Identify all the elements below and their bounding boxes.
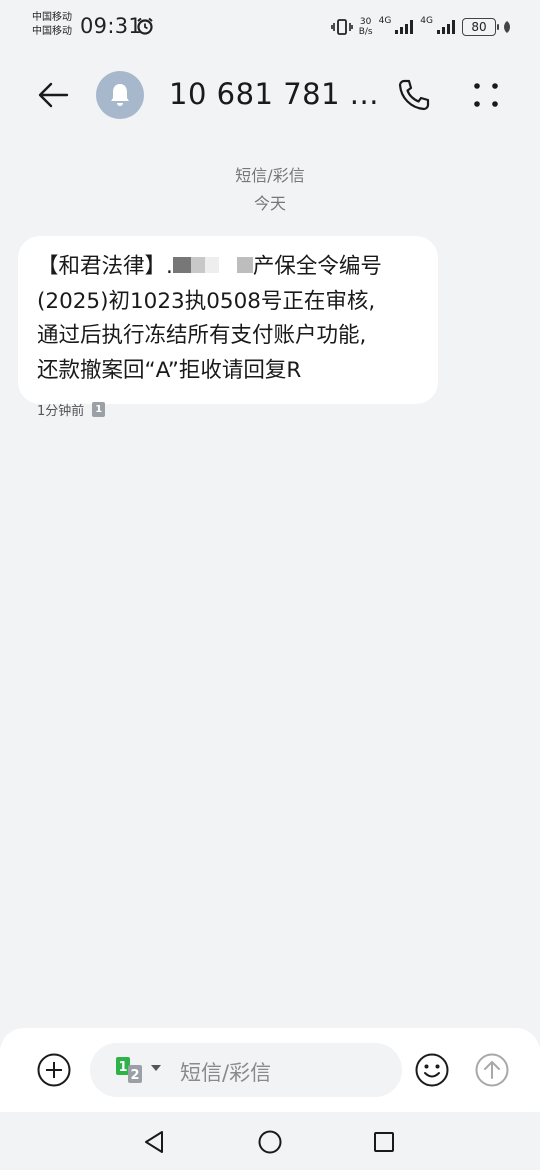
sim-selector[interactable]: 1 2 bbox=[114, 1055, 168, 1085]
carrier-2: 中国移动 bbox=[32, 26, 72, 37]
status-right: 30 B/s 4G 4G 80 bbox=[330, 14, 512, 40]
carrier-1: 中国移动 bbox=[32, 12, 72, 23]
signal-icon bbox=[395, 20, 414, 34]
contact-avatar[interactable] bbox=[96, 71, 144, 119]
sim-badge: 1 bbox=[92, 402, 106, 417]
conversation-header: 10 681 781 ... bbox=[0, 64, 540, 126]
channel-label: 短信/彩信 bbox=[235, 166, 305, 185]
call-button[interactable] bbox=[396, 77, 432, 113]
send-arrow-up-icon bbox=[475, 1053, 509, 1087]
emoji-button[interactable] bbox=[414, 1052, 450, 1088]
battery-indicator: 80 bbox=[462, 18, 499, 36]
status-time: 09:31 bbox=[80, 14, 143, 38]
arrow-left-icon bbox=[38, 82, 69, 108]
message-bubble[interactable]: 【和君法律】. 产保全令编号 (2025)初1023执0508号正在审核, 通过后… bbox=[18, 236, 438, 404]
phone-icon bbox=[398, 79, 430, 111]
emoji-icon bbox=[415, 1053, 449, 1087]
sim-primary-label: 1 bbox=[118, 1060, 127, 1075]
net-speed: 30 B/s bbox=[359, 17, 373, 37]
message-input[interactable]: 1 2 短信/彩信 bbox=[90, 1043, 402, 1097]
message-line-4: 还款撤案回“A”拒收请回复R bbox=[37, 357, 302, 383]
square-recents-icon[interactable] bbox=[372, 1130, 396, 1154]
system-nav-bar bbox=[0, 1112, 540, 1170]
date-label: 今天 bbox=[253, 194, 286, 213]
contact-name[interactable]: 10 681 781 ... bbox=[169, 77, 379, 111]
more-options-button[interactable] bbox=[468, 76, 504, 114]
alarm-icon bbox=[137, 17, 153, 35]
net-speed-value: 30 bbox=[359, 17, 372, 27]
redacted-text bbox=[172, 257, 253, 273]
sim2-network-type: 4G bbox=[420, 16, 433, 26]
send-button[interactable] bbox=[474, 1052, 510, 1088]
composer-bar: 1 2 短信/彩信 bbox=[0, 1028, 540, 1112]
message-time: 1分钟前 bbox=[37, 404, 85, 419]
status-bar: 中国移动 中国移动 09:31 30 B/s 4G 4G 80 bbox=[0, 0, 540, 52]
carrier-labels: 中国移动 中国移动 bbox=[32, 11, 72, 39]
message-line-1-suffix: 产保全令编号 bbox=[252, 254, 382, 279]
triangle-back-icon[interactable] bbox=[142, 1129, 166, 1155]
message-line-3: 通过后执行冻结所有支付账户功能, bbox=[37, 323, 367, 348]
bell-icon bbox=[111, 84, 129, 106]
message-line-1: 【和君法律】. 产保全令编号 bbox=[37, 250, 420, 285]
compose-placeholder: 短信/彩信 bbox=[180, 1061, 272, 1085]
signal-icon bbox=[437, 20, 455, 34]
leaf-icon bbox=[504, 21, 510, 33]
more-vertical-icon bbox=[474, 83, 498, 107]
back-button[interactable] bbox=[34, 76, 74, 116]
circle-home-icon[interactable] bbox=[257, 1129, 283, 1155]
add-attachment-button[interactable] bbox=[36, 1052, 72, 1088]
message-line-2: (2025)初1023执0508号正在审核, bbox=[37, 288, 376, 314]
sim-card-icon: 1 2 bbox=[116, 1057, 161, 1083]
message-line-1-prefix: 【和君法律】. bbox=[37, 254, 173, 279]
add-circle-icon bbox=[37, 1053, 71, 1087]
vibrate-icon bbox=[330, 19, 353, 35]
message-meta: 1分钟前 1 bbox=[37, 400, 106, 419]
sim1-network-type: 4G bbox=[378, 16, 392, 26]
net-speed-unit: B/s bbox=[358, 27, 373, 37]
sim-secondary-label: 2 bbox=[130, 1068, 139, 1083]
